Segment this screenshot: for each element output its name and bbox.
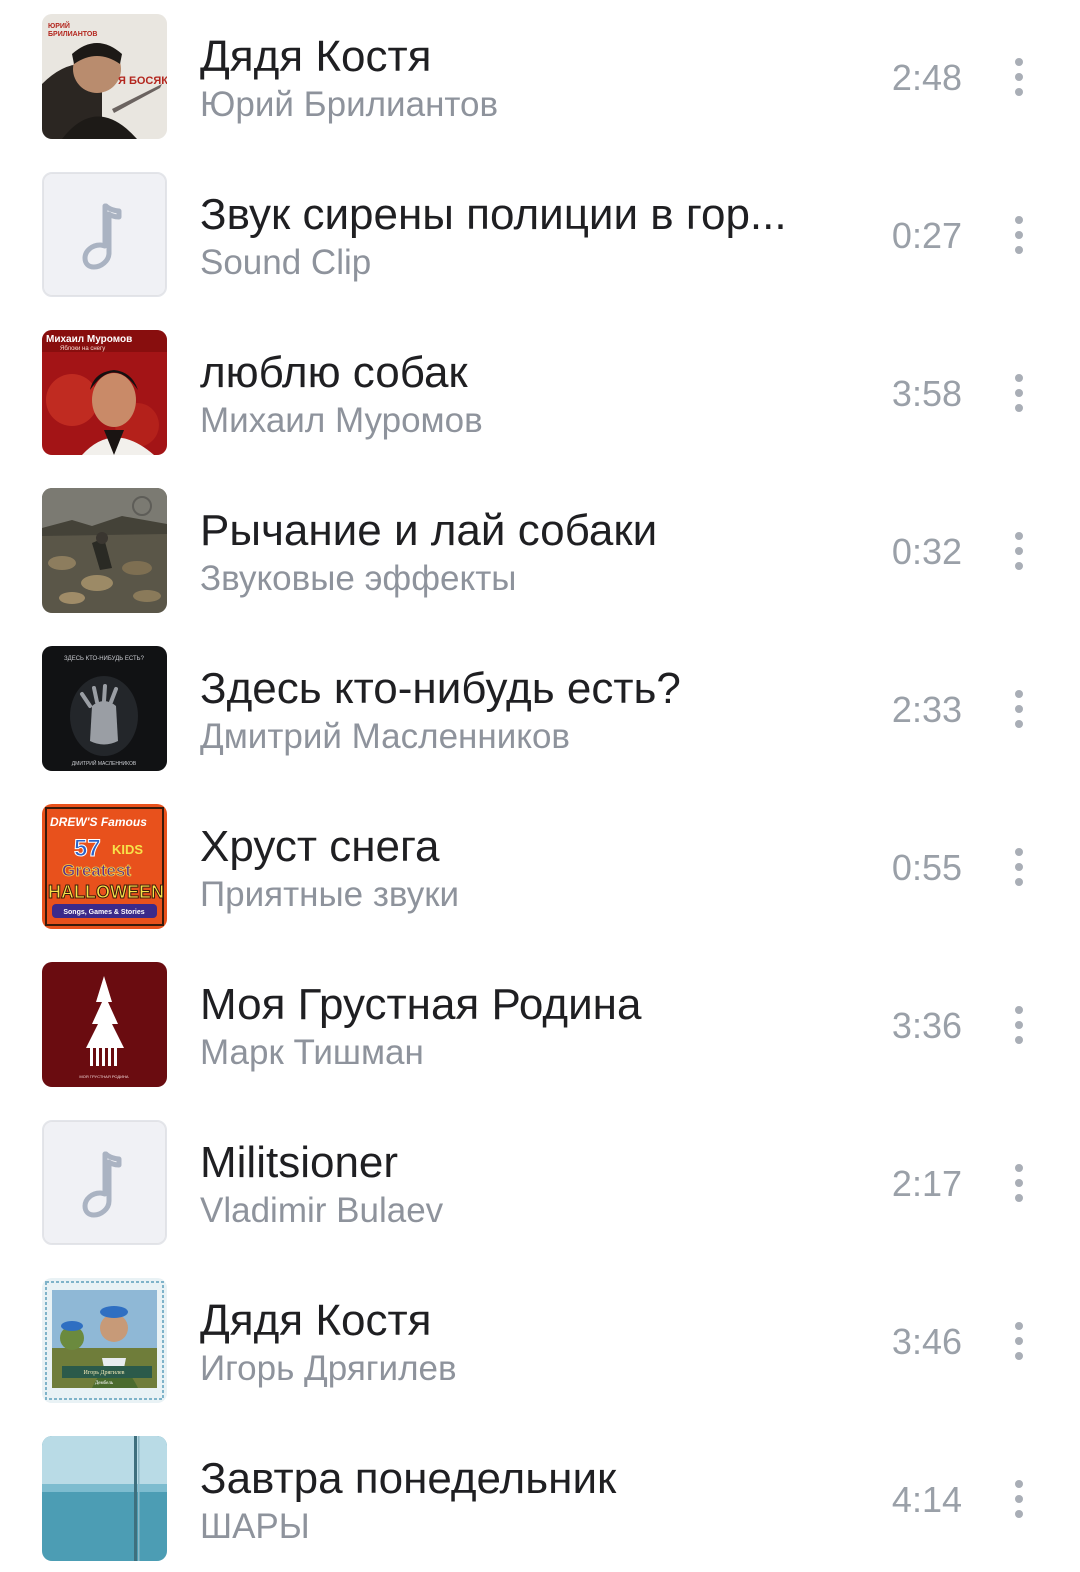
cover-text: HALLOWEEN bbox=[48, 882, 164, 902]
cover-text: МОЯ ГРУСТНАЯ РОДИНА bbox=[79, 1074, 128, 1079]
track-row[interactable]: DREW'S Famous 57 KIDS Greatest HALLOWEEN… bbox=[0, 790, 1080, 948]
track-duration: 3:46 bbox=[891, 1321, 962, 1362]
cover-text: Михаил Муромов bbox=[46, 334, 132, 345]
track-row[interactable]: Игорь Дрягилев Дембель Дядя Костя Игорь … bbox=[0, 1264, 1080, 1422]
album-cover: ЗДЕСЬ КТО-НИБУДЬ ЕСТЬ? ДМИТРИЙ МАСЛЕННИК… bbox=[42, 646, 167, 771]
track-title: Рычание и лай собаки bbox=[200, 508, 658, 554]
track-duration: 3:36 bbox=[891, 1005, 962, 1046]
music-note-icon bbox=[42, 1120, 167, 1245]
track-artist: Игорь Дрягилев bbox=[200, 1350, 457, 1388]
album-cover bbox=[42, 1436, 167, 1561]
track-artist: Vladimir Bulaev bbox=[200, 1192, 444, 1230]
track-row[interactable]: ЗДЕСЬ КТО-НИБУДЬ ЕСТЬ? ДМИТРИЙ МАСЛЕННИК… bbox=[0, 632, 1080, 790]
album-cover: Игорь Дрягилев Дембель bbox=[42, 1278, 167, 1403]
track-title: Дядя Костя bbox=[200, 34, 432, 80]
cover-text: ЮРИЙ bbox=[48, 21, 70, 30]
track-artist: Sound Clip bbox=[200, 244, 372, 282]
more-options-icon[interactable] bbox=[1000, 992, 1038, 1058]
track-artist: Приятные звуки bbox=[200, 876, 460, 914]
track-list: ЮРИЙ БРИЛИАНТОВ Я БОСЯК Дядя Костя Юрий … bbox=[0, 0, 1080, 1572]
more-options-icon[interactable] bbox=[1000, 1466, 1038, 1532]
track-artist: Михаил Муромов bbox=[200, 402, 483, 440]
more-options-icon[interactable] bbox=[1000, 360, 1038, 426]
cover-text: Яблоки на снегу bbox=[60, 346, 105, 352]
track-artist: Звуковые эффекты bbox=[200, 560, 517, 598]
track-row[interactable]: ЮРИЙ БРИЛИАНТОВ Я БОСЯК Дядя Костя Юрий … bbox=[0, 0, 1080, 158]
track-title: люблю собак bbox=[200, 350, 468, 396]
track-duration: 2:17 bbox=[891, 1163, 962, 1204]
cover-text: Songs, Games & Stories bbox=[63, 909, 144, 916]
music-note-icon bbox=[42, 172, 167, 297]
track-title: Здесь кто-нибудь есть? bbox=[200, 666, 681, 712]
track-title: Дядя Костя bbox=[200, 1298, 432, 1344]
more-options-icon[interactable] bbox=[1000, 834, 1038, 900]
cover-text: DREW'S Famous bbox=[50, 815, 147, 829]
more-options-icon[interactable] bbox=[1000, 518, 1038, 584]
track-duration: 2:33 bbox=[891, 689, 962, 730]
track-title: Хруст снега bbox=[200, 824, 440, 870]
track-row[interactable]: Звук сирены полиции в гор... Sound Clip … bbox=[0, 158, 1080, 316]
track-title: Завтра понедельник bbox=[200, 1456, 617, 1502]
track-title: Звук сирены полиции в гор... bbox=[200, 192, 787, 238]
cover-text: ДМИТРИЙ МАСЛЕННИКОВ bbox=[72, 759, 137, 767]
more-options-icon[interactable] bbox=[1000, 1308, 1038, 1374]
track-row[interactable]: Рычание и лай собаки Звуковые эффекты 0:… bbox=[0, 474, 1080, 632]
track-duration: 0:32 bbox=[891, 531, 962, 572]
track-artist: Марк Тишман bbox=[200, 1034, 424, 1072]
more-options-icon[interactable] bbox=[1000, 202, 1038, 268]
cover-text: Я БОСЯК bbox=[118, 75, 167, 87]
track-row[interactable]: Militsioner Vladimir Bulaev 2:17 bbox=[0, 1106, 1080, 1264]
track-duration: 0:55 bbox=[891, 847, 962, 888]
track-artist: Дмитрий Масленников bbox=[200, 718, 571, 756]
album-cover: МОЯ ГРУСТНАЯ РОДИНА bbox=[42, 962, 167, 1087]
album-cover: DREW'S Famous 57 KIDS Greatest HALLOWEEN… bbox=[42, 804, 167, 929]
track-row[interactable]: Михаил Муромов Яблоки на снегу люблю соб… bbox=[0, 316, 1080, 474]
cover-text: Greatest bbox=[62, 861, 131, 880]
track-artist: Юрий Брилиантов bbox=[200, 86, 499, 124]
cover-text: KIDS bbox=[112, 842, 143, 857]
track-duration: 3:58 bbox=[891, 373, 962, 414]
track-title: Моя Грустная Родина bbox=[200, 982, 642, 1028]
track-row[interactable]: Завтра понедельник ШАРЫ 4:14 bbox=[0, 1422, 1080, 1572]
track-duration: 0:27 bbox=[891, 215, 962, 256]
more-options-icon[interactable] bbox=[1000, 44, 1038, 110]
track-artist: ШАРЫ bbox=[200, 1508, 310, 1546]
track-duration: 4:14 bbox=[891, 1479, 962, 1520]
album-cover: ЮРИЙ БРИЛИАНТОВ Я БОСЯК bbox=[42, 14, 167, 139]
cover-text: ЗДЕСЬ КТО-НИБУДЬ ЕСТЬ? bbox=[64, 656, 145, 662]
album-cover bbox=[42, 488, 167, 613]
track-row[interactable]: МОЯ ГРУСТНАЯ РОДИНА Моя Грустная Родина … bbox=[0, 948, 1080, 1106]
cover-text: 57 bbox=[74, 835, 101, 862]
more-options-icon[interactable] bbox=[1000, 1150, 1038, 1216]
track-title: Militsioner bbox=[200, 1140, 399, 1186]
cover-text: Игорь Дрягилев bbox=[84, 1370, 125, 1376]
album-cover: Михаил Муромов Яблоки на снегу bbox=[42, 330, 167, 455]
more-options-icon[interactable] bbox=[1000, 676, 1038, 742]
cover-text: БРИЛИАНТОВ bbox=[48, 31, 97, 38]
cover-text: Дембель bbox=[95, 1381, 114, 1386]
track-duration: 2:48 bbox=[891, 57, 962, 98]
